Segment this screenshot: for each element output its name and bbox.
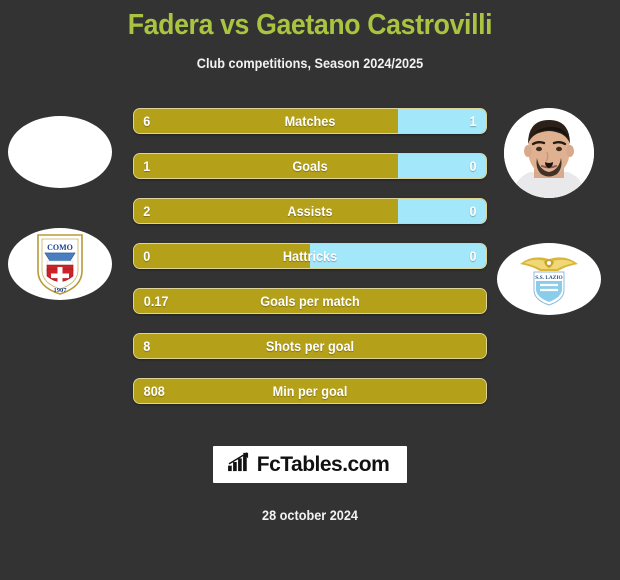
stat-label: Goals	[292, 159, 328, 174]
fctables-logo[interactable]: FcTables.com	[212, 446, 408, 483]
player-portrait-icon	[504, 108, 594, 198]
svg-text:COMO: COMO	[47, 243, 73, 252]
generated-date: 28 october 2024	[262, 508, 358, 523]
stat-label: Hattricks	[282, 249, 338, 264]
stat-label: Min per goal	[272, 384, 348, 399]
header: Fadera vs Gaetano Castrovilli Club compe…	[0, 0, 620, 71]
comparison-board: COMO 1907 S.S. LAZIO 6 Matches 1 1 Goals…	[0, 108, 620, 448]
stat-row-goals-per-match: 0.17 Goals per match	[133, 288, 487, 314]
stats-list: 6 Matches 1 1 Goals 0 2 Assists 0 0 Hatt…	[133, 108, 487, 423]
footer: FcTables.com 28 october 2024	[0, 446, 620, 523]
fctables-logo-text: FcTables.com	[256, 452, 390, 476]
lazio-crest-icon: S.S. LAZIO	[518, 250, 580, 308]
page-subtitle: Club competitions, Season 2024/2025	[196, 56, 424, 71]
stat-value-away: 1	[469, 114, 477, 129]
stat-label: Matches	[284, 114, 336, 129]
stat-label: Shots per goal	[265, 339, 355, 354]
stat-row-goals: 1 Goals 0	[133, 153, 487, 179]
right-player-photo	[504, 108, 594, 198]
left-player-column: COMO 1907	[8, 108, 120, 300]
left-player-photo	[8, 116, 112, 188]
left-club-crest: COMO 1907	[8, 228, 112, 300]
stat-value-away: 0	[469, 159, 477, 174]
stat-row-hattricks: 0 Hattricks 0	[133, 243, 487, 269]
right-player-column: S.S. LAZIO	[497, 108, 609, 315]
stat-label: Goals per match	[260, 294, 360, 309]
stat-value-away: 0	[469, 249, 477, 264]
right-club-crest: S.S. LAZIO	[497, 243, 601, 315]
stat-row-matches: 6 Matches 1	[133, 108, 487, 134]
stat-value-away: 0	[469, 204, 477, 219]
bar-chart-arrow-icon	[227, 452, 251, 477]
stat-row-shots-per-goal: 8 Shots per goal	[133, 333, 487, 359]
svg-text:1907: 1907	[54, 287, 68, 294]
stat-row-assists: 2 Assists 0	[133, 198, 487, 224]
stat-label: Assists	[287, 204, 333, 219]
stat-row-min-per-goal: 808 Min per goal	[133, 378, 487, 404]
page-title: Fadera vs Gaetano Castrovilli	[127, 9, 493, 41]
svg-text:S.S. LAZIO: S.S. LAZIO	[535, 275, 562, 281]
como-crest-icon: COMO 1907	[34, 231, 86, 297]
